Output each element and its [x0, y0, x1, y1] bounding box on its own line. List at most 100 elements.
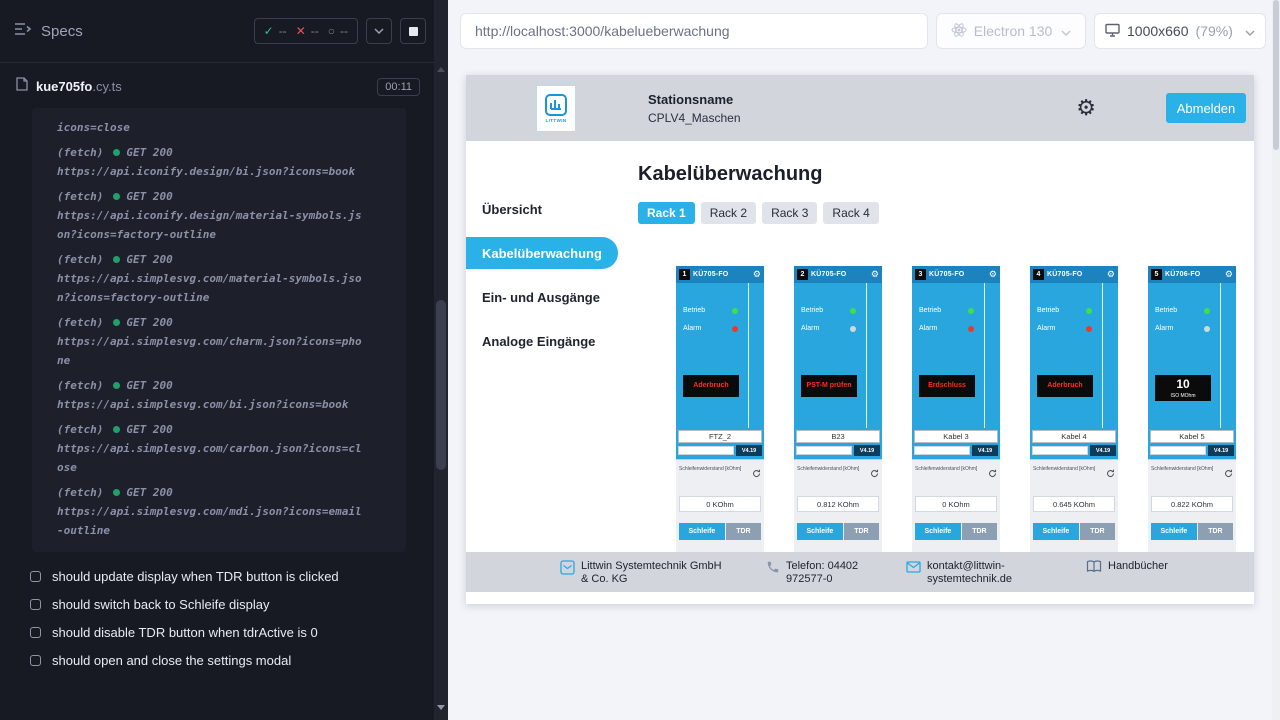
aut-panel: Electron 130 1000x660 (79%) LITTWIN Stat… [448, 0, 1272, 720]
url-input[interactable] [460, 13, 928, 49]
spec-file-icon [16, 77, 28, 96]
scroll-up-icon[interactable] [437, 67, 445, 72]
test-pending-icon [30, 571, 41, 582]
refresh-icon[interactable] [1224, 465, 1233, 483]
card-side-strip [1102, 283, 1118, 428]
resistance-value: 0.812 KOhm [797, 496, 879, 512]
viewport-size: 1000x660 [1127, 23, 1189, 39]
schleife-button[interactable]: Schleife [1151, 523, 1197, 540]
cable-name: B23 [796, 430, 880, 443]
page-scrollbar[interactable] [1272, 0, 1280, 720]
betrieb-label: Betrieb [801, 307, 823, 314]
tdr-button[interactable]: TDR [1080, 523, 1115, 540]
envelope-icon [906, 560, 921, 578]
schleife-button[interactable]: Schleife [679, 523, 725, 540]
device-card: 5 KÜ706-FO ⚙ Betrieb Alarm 10ISO MOhm [1148, 266, 1236, 552]
card-header: 4 KÜ705-FO ⚙ [1030, 266, 1118, 283]
tab-rack-2[interactable]: Rack 2 [701, 202, 756, 224]
card-gear-icon[interactable]: ⚙ [753, 270, 761, 279]
runner-scrollbar[interactable] [434, 0, 448, 720]
refresh-icon[interactable] [1106, 465, 1115, 483]
footer-manuals[interactable]: Handbücher [1086, 560, 1168, 578]
alarm-label: Alarm [683, 325, 701, 332]
log-entry[interactable]: (fetch)GET 200 https://api.simplesvg.com… [57, 313, 366, 370]
schleife-button[interactable]: Schleife [797, 523, 843, 540]
refresh-icon[interactable] [752, 465, 761, 483]
check-icon: ✓ [264, 24, 274, 38]
card-gear-icon[interactable]: ⚙ [871, 270, 879, 279]
schleife-button[interactable]: Schleife [1033, 523, 1079, 540]
test-item[interactable]: should update display when TDR button is… [0, 562, 434, 590]
tdr-button[interactable]: TDR [726, 523, 761, 540]
betrieb-led-icon [850, 308, 856, 314]
firmware-version: V4.19 [854, 445, 880, 456]
device-card: 2 KÜ705-FO ⚙ Betrieb Alarm PST-M prüfen [794, 266, 882, 552]
card-gear-icon[interactable]: ⚙ [1107, 270, 1115, 279]
log-entry[interactable]: (fetch)GET 200 https://api.simplesvg.com… [57, 250, 366, 307]
test-item[interactable]: should disable TDR button when tdrActive… [0, 618, 434, 646]
version-bar [678, 446, 734, 455]
log-url: https://api.iconify.design/material-symb… [57, 206, 366, 244]
specs-toggle-icon[interactable] [14, 22, 32, 41]
tab-rack-4[interactable]: Rack 4 [823, 202, 878, 224]
tab-rack-1[interactable]: Rack 1 [638, 202, 695, 224]
device-card: 1 KÜ705-FO ⚙ Betrieb Alarm Aderbruch [676, 266, 764, 552]
station-label: Stationsname [648, 92, 741, 107]
logout-button[interactable]: Abmelden [1166, 93, 1246, 123]
stop-run-button[interactable] [400, 18, 426, 44]
card-header: 1 KÜ705-FO ⚙ [676, 266, 764, 283]
card-gear-icon[interactable]: ⚙ [1225, 270, 1233, 279]
sidebar-item-kabelueberwachung[interactable]: Kabelüberwachung [466, 237, 618, 269]
runner-dropdown-button[interactable] [366, 18, 392, 44]
log-entry[interactable]: (fetch)GET 200 https://api.simplesvg.com… [57, 420, 366, 477]
measurement-label: Schleifenwiderstand [kOhm] [915, 466, 997, 472]
app-footer: Littwin Systemtechnik GmbH & Co. KG Tele… [466, 552, 1254, 592]
tab-rack-3[interactable]: Rack 3 [762, 202, 817, 224]
sidebar-item-ein-und-ausgaenge[interactable]: Ein- und Ausgänge [466, 275, 636, 319]
scrollbar-thumb[interactable] [1273, 0, 1279, 150]
spec-timer: 00:11 [377, 78, 420, 96]
footer-email[interactable]: kontakt@littwin-systemtechnik.de [906, 560, 1086, 586]
test-stats[interactable]: ✓-- ✕-- ○-- [254, 18, 358, 44]
firmware-version: V4.19 [736, 445, 762, 456]
log-entry[interactable]: (fetch)GET 200 https://api.iconify.desig… [57, 143, 366, 181]
viewport-select[interactable]: 1000x660 (79%) [1094, 13, 1266, 49]
browser-select[interactable]: Electron 130 [936, 13, 1086, 49]
sidebar-item-analoge-eingaenge[interactable]: Analoge Eingänge [466, 319, 636, 363]
monitor-icon [1105, 23, 1120, 40]
device-card: 3 KÜ705-FO ⚙ Betrieb Alarm Erdschluss [912, 266, 1000, 552]
status-display: Aderbruch [1037, 375, 1093, 397]
settings-gear-icon[interactable]: ⚙ [1076, 97, 1096, 119]
device-card: 4 KÜ705-FO ⚙ Betrieb Alarm Aderbruch [1030, 266, 1118, 552]
footer-company: Littwin Systemtechnik GmbH & Co. KG [560, 560, 766, 586]
spec-extension: .cy.ts [92, 79, 121, 94]
mail-square-icon [560, 560, 575, 580]
firmware-version: V4.19 [1208, 445, 1234, 456]
schleife-button[interactable]: Schleife [915, 523, 961, 540]
sidebar-item-uebersicht[interactable]: Übersicht [466, 187, 636, 231]
measurement-panel: Schleifenwiderstand [kOhm] 0.822 KOhm Sc… [1148, 459, 1236, 552]
test-item[interactable]: should open and close the settings modal [0, 646, 434, 674]
electron-icon [951, 22, 967, 41]
tdr-button[interactable]: TDR [962, 523, 997, 540]
card-gear-icon[interactable]: ⚙ [989, 270, 997, 279]
resistance-value: 0 KOhm [679, 496, 761, 512]
status-dot-icon [113, 489, 120, 496]
scrollbar-thumb[interactable] [436, 300, 446, 470]
tdr-button[interactable]: TDR [844, 523, 879, 540]
test-item[interactable]: should switch back to Schleife display [0, 590, 434, 618]
tdr-button[interactable]: TDR [1198, 523, 1233, 540]
alarm-led-icon [1204, 326, 1210, 332]
spec-file-row[interactable]: kue705fo.cy.ts 00:11 [0, 63, 434, 100]
scroll-down-icon[interactable] [437, 705, 445, 710]
card-model: KÜ705-FO [811, 271, 868, 278]
log-entry[interactable]: (fetch)GET 200 https://api.simplesvg.com… [57, 376, 366, 414]
stop-icon [409, 27, 418, 36]
footer-phone[interactable]: Telefon: 04402 972577-0 [766, 560, 906, 586]
refresh-icon[interactable] [988, 465, 997, 483]
refresh-icon[interactable] [870, 465, 879, 483]
card-status-area: Betrieb Alarm 10ISO MOhm [1148, 283, 1236, 428]
card-model: KÜ705-FO [693, 271, 750, 278]
log-entry[interactable]: (fetch)GET 200 https://api.simplesvg.com… [57, 483, 366, 540]
log-entry[interactable]: (fetch)GET 200 https://api.iconify.desig… [57, 187, 366, 244]
